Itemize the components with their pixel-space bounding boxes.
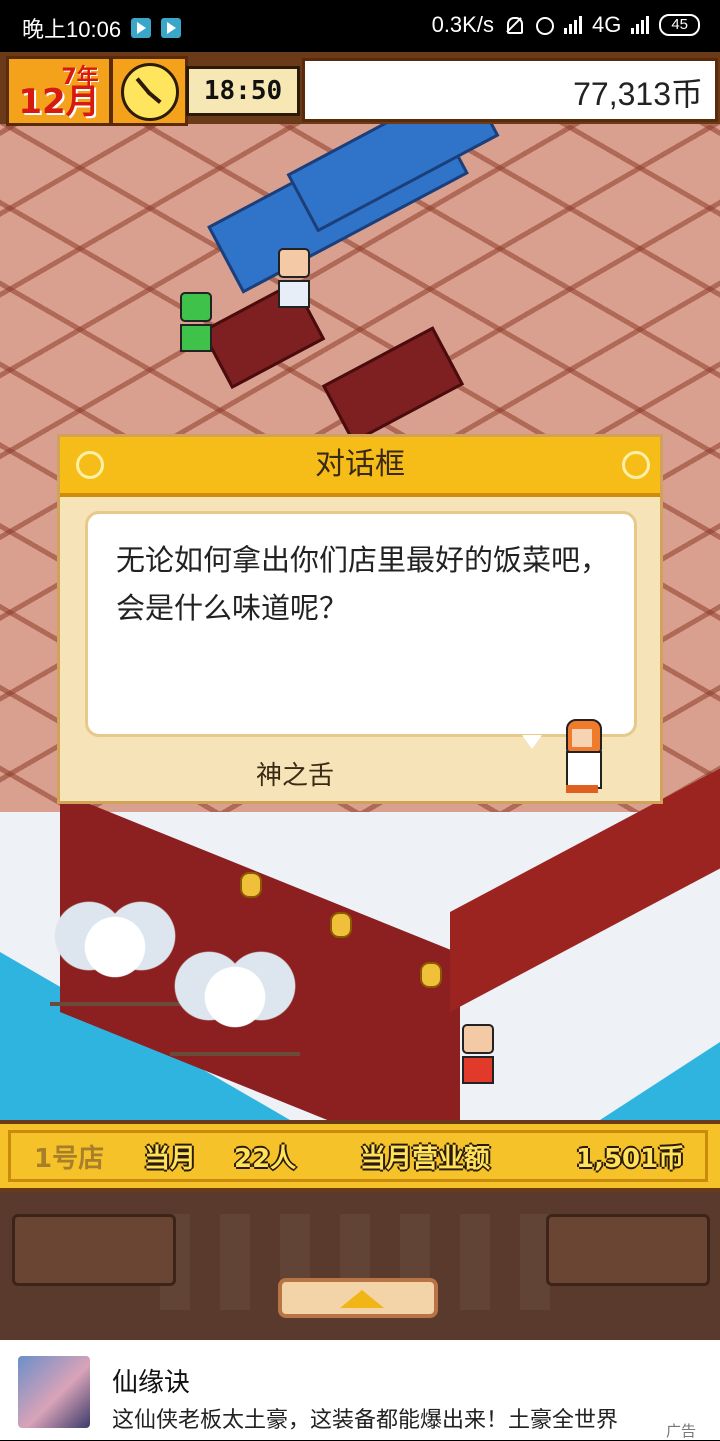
shop-number: 1号店 bbox=[34, 1144, 105, 1174]
speech-bubble-tail bbox=[522, 735, 542, 749]
right-panel-button[interactable] bbox=[546, 1214, 710, 1286]
lantern-2 bbox=[330, 912, 352, 938]
dialog-box[interactable]: 对话框 无论如何拿出你们店里最好的饭菜吧，会是什么味道呢？ 神之舌 bbox=[57, 434, 663, 804]
speech-bubble: 无论如何拿出你们店里最好的饭菜吧，会是什么味道呢？ bbox=[85, 511, 637, 737]
month-label: 12月 bbox=[18, 82, 100, 122]
snowy-tree bbox=[50, 892, 180, 1006]
status-bar: 晚上10:06 0.3K/s 4G 45 bbox=[0, 0, 720, 52]
speaker-avatar bbox=[560, 719, 604, 797]
customer-character[interactable] bbox=[278, 248, 310, 308]
frog-costume-customer[interactable] bbox=[180, 292, 212, 352]
clock-text: 晚上10:06 bbox=[22, 17, 122, 42]
customer-count: 22人 bbox=[234, 1144, 297, 1174]
left-panel-button[interactable] bbox=[12, 1214, 176, 1286]
control-panel bbox=[0, 1192, 720, 1340]
sales-label: 当月营业额 bbox=[360, 1144, 491, 1174]
battery-icon: 45 bbox=[659, 14, 700, 36]
lantern-3 bbox=[420, 962, 442, 988]
clock-icon bbox=[121, 63, 179, 121]
alarm-icon bbox=[534, 15, 554, 35]
signal-icon bbox=[563, 16, 582, 34]
game-time: 18:50 bbox=[186, 66, 300, 116]
net-speed: 0.3K/s bbox=[431, 12, 494, 37]
chef-character[interactable] bbox=[462, 1024, 494, 1084]
clock-panel bbox=[110, 56, 188, 126]
dialog-header: 对话框 bbox=[60, 437, 660, 497]
expand-menu-button[interactable] bbox=[278, 1278, 438, 1318]
dialog-title: 对话框 bbox=[315, 447, 405, 482]
month-tag: 当月 bbox=[144, 1144, 197, 1174]
ad-thumbnail[interactable] bbox=[18, 1356, 90, 1428]
ad-title[interactable]: 仙缘诀 bbox=[112, 1362, 190, 1399]
arrow-up-icon bbox=[340, 1290, 384, 1308]
play-app-icon-2 bbox=[161, 18, 182, 38]
money-panel: 77,313币 bbox=[302, 58, 718, 122]
sales-amount: 1,501币 bbox=[576, 1144, 685, 1174]
signal-icon-2 bbox=[631, 16, 650, 34]
network-type: 4G bbox=[591, 12, 622, 37]
lantern bbox=[240, 872, 262, 898]
speaker-name: 神之舌 bbox=[256, 761, 335, 791]
ad-label: 广告 bbox=[666, 1422, 697, 1440]
play-app-icon bbox=[131, 18, 152, 38]
mute-bell-icon bbox=[504, 15, 524, 35]
top-hud: 7年 12月 18:50 77,313币 bbox=[0, 52, 720, 126]
snowy-tree-2 bbox=[170, 942, 300, 1056]
ad-description[interactable]: 这仙侠老板太土豪，这装备都能爆出来！土豪全世界 bbox=[112, 1402, 672, 1434]
date-panel: 7年 12月 bbox=[6, 56, 112, 126]
ad-banner[interactable]: 仙缘诀 这仙侠老板太土豪，这装备都能爆出来！土豪全世界 bbox=[0, 1340, 720, 1440]
money-amount: 77,313币 bbox=[573, 76, 703, 112]
shop-status-strip: 1号店 当月 22人 当月营业额 1,501币 bbox=[0, 1120, 720, 1192]
dialog-message: 无论如何拿出你们店里最好的饭菜吧，会是什么味道呢？ bbox=[116, 543, 610, 625]
